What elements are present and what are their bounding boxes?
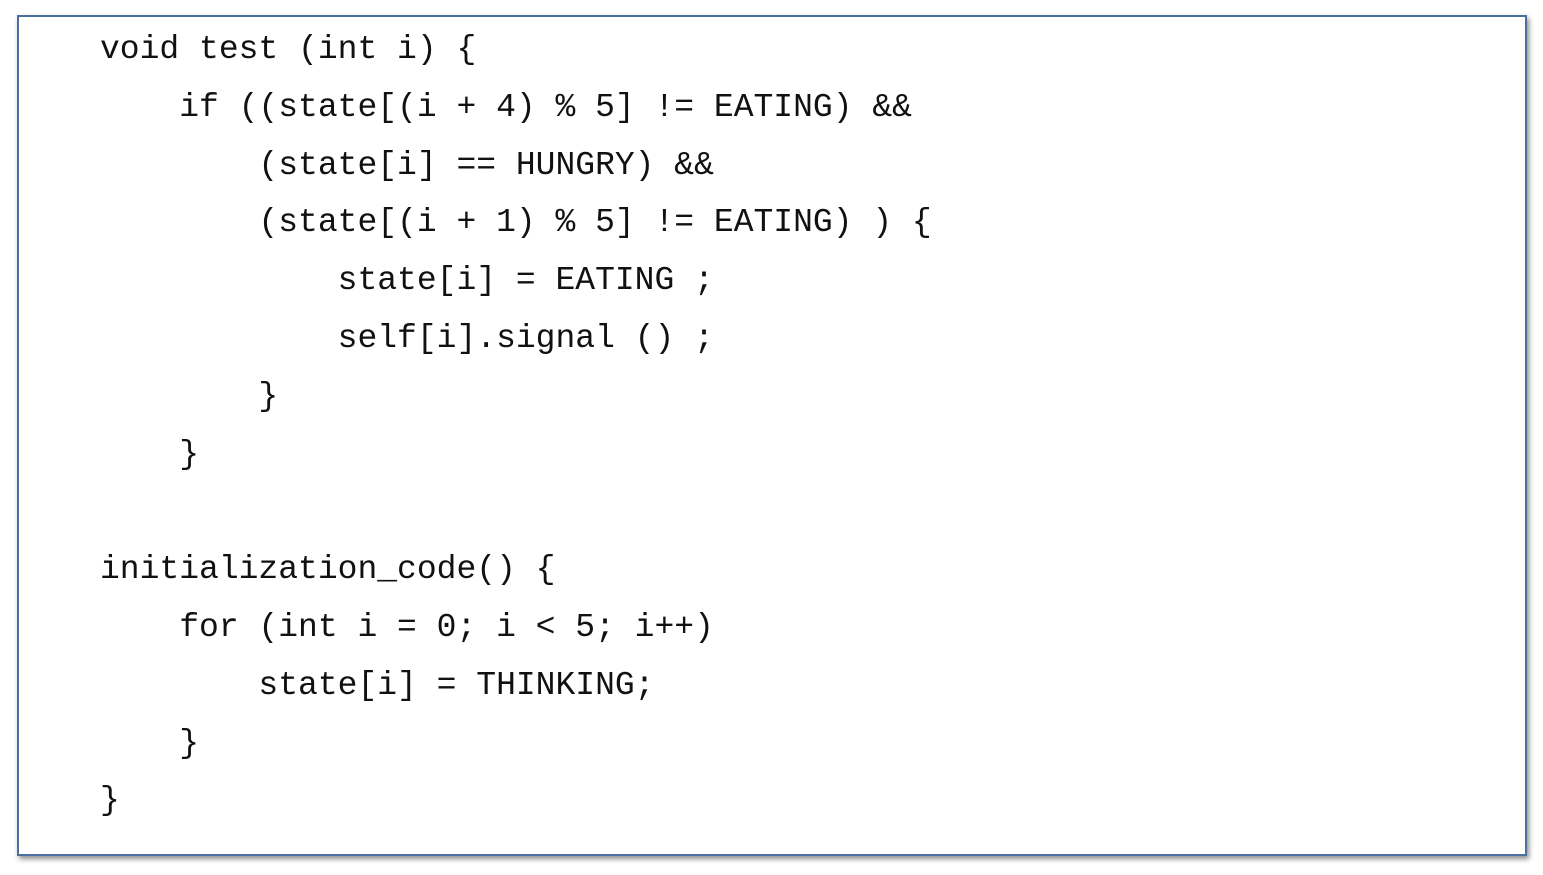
code-line: state[i] = THINKING; [100,666,655,704]
code-line: if ((state[(i + 4) % 5] != EATING) && [100,88,912,126]
code-line: (state[i] == HUNGRY) && [100,146,714,184]
code-line: initialization_code() { [100,551,556,589]
code-line: state[i] = EATING ; [100,262,714,300]
code-line: } [100,724,200,762]
code-line: (state[(i + 1) % 5] != EATING) ) { [100,204,932,242]
code-line: } [100,377,279,415]
code-line: self[i].signal () ; [100,319,714,357]
code-line: } [100,782,120,820]
code-line: } [100,435,200,473]
code-line: for (int i = 0; i < 5; i++) [100,608,714,646]
code-line: void test (int i) { [100,31,477,68]
code-block: void test (int i) { if ((state[(i + 4) %… [100,21,932,830]
code-panel: void test (int i) { if ((state[(i + 4) %… [17,15,1527,856]
